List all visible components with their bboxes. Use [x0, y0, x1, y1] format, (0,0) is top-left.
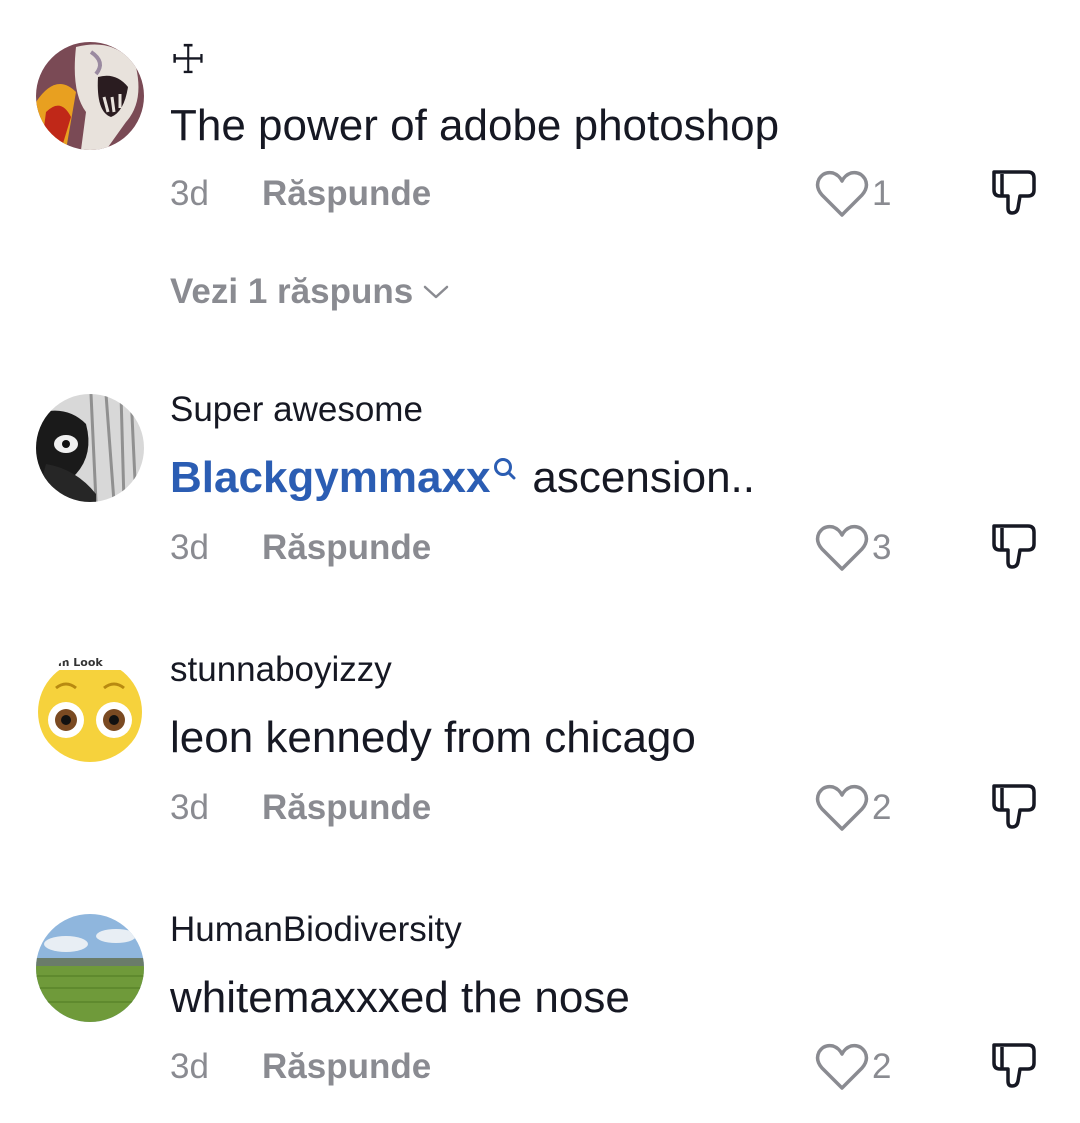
thumbs-down-icon [992, 784, 1036, 829]
chevron-down-icon [423, 285, 449, 299]
reply-button[interactable]: Răspunde [262, 786, 431, 830]
comment-meta: 3d Răspunde 3 [170, 524, 1050, 571]
timestamp: 3d [170, 788, 209, 827]
timestamp: 3d [170, 528, 209, 567]
comment-text-rest: ascension.. [532, 453, 755, 502]
like-button[interactable]: 2 [814, 1041, 891, 1093]
avatar-image [36, 394, 144, 502]
thumbs-down-icon [992, 1043, 1036, 1088]
avatar[interactable] [36, 394, 144, 502]
comment-text: leon kennedy from chicago [170, 713, 696, 762]
timestamp: 3d [170, 174, 209, 213]
reply-button[interactable]: Răspunde [262, 1045, 431, 1089]
thumbs-down-icon [992, 524, 1036, 569]
timestamp: 3d [170, 1047, 209, 1086]
like-count: 3 [872, 528, 892, 567]
mention-link[interactable]: Blackgymmaxx [170, 453, 490, 502]
avatar-image [36, 42, 144, 150]
dislike-button[interactable] [988, 520, 1040, 577]
view-replies-button[interactable]: Vezi 1 răspuns [170, 270, 449, 314]
dislike-button[interactable] [988, 1039, 1040, 1096]
view-replies-label: Vezi 1 răspuns [170, 272, 414, 311]
search-icon [494, 458, 516, 480]
reply-button[interactable]: Răspunde [262, 526, 431, 570]
comment-text: Blackgymmaxx ascension.. [170, 452, 755, 504]
like-button[interactable]: 1 [814, 168, 891, 220]
heart-outline-icon [815, 170, 869, 217]
comment-text: The power of adobe photoshop [170, 101, 780, 150]
like-count: 2 [872, 1047, 892, 1086]
avatar[interactable] [36, 42, 144, 150]
like-button[interactable]: 2 [814, 782, 891, 834]
heart-outline-icon [815, 1043, 869, 1090]
comment-text: whitemaxxxed the nose [170, 973, 630, 1022]
heart-outline-icon [815, 524, 869, 571]
heart-outline-icon [815, 784, 869, 831]
dislike-button[interactable] [988, 780, 1040, 837]
like-count: 2 [872, 788, 892, 827]
username[interactable]: stunnaboyizzy [170, 650, 392, 690]
comment-meta: 3d Răspunde 1 [170, 170, 1050, 217]
thumbs-down-icon [992, 170, 1036, 215]
username[interactable]: ☩ [170, 40, 206, 80]
avatar-image [36, 914, 144, 1022]
username[interactable]: Super awesome [170, 390, 423, 430]
avatar[interactable] [36, 914, 144, 1022]
comment-meta: 3d Răspunde 2 [170, 1043, 1050, 1090]
dislike-button[interactable] [988, 166, 1040, 223]
like-count: 1 [872, 174, 892, 213]
username[interactable]: HumanBiodiversity [170, 910, 462, 950]
reply-button[interactable]: Răspunde [262, 172, 431, 216]
mention-search[interactable] [492, 442, 518, 494]
comment-meta: 3d Răspunde 2 [170, 784, 1050, 831]
avatar-image: m Look [36, 654, 144, 762]
like-button[interactable]: 3 [814, 522, 891, 574]
avatar[interactable]: m Look [36, 654, 144, 762]
avatar-caption: m Look [58, 656, 103, 669]
